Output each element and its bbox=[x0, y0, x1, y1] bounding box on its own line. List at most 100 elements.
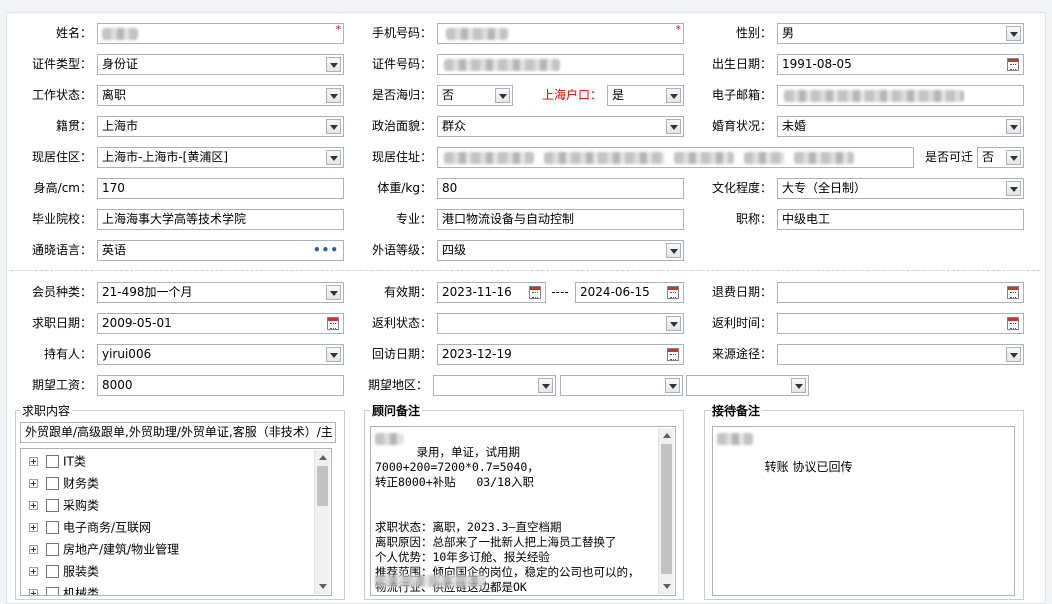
email-field[interactable] bbox=[777, 85, 1024, 106]
tree-item[interactable]: IT类 bbox=[29, 451, 86, 471]
rebate-time-field[interactable] bbox=[777, 313, 1024, 334]
chevron-down-icon[interactable] bbox=[1006, 181, 1021, 196]
chevron-down-icon[interactable] bbox=[1006, 347, 1021, 362]
notes-scrollbar[interactable] bbox=[658, 428, 674, 594]
job-date-field[interactable]: 2009-05-01 bbox=[97, 313, 344, 334]
chevron-down-icon[interactable] bbox=[666, 119, 681, 134]
height-field[interactable]: 170 bbox=[97, 178, 344, 199]
source-select[interactable] bbox=[777, 344, 1024, 365]
chevron-down-icon[interactable] bbox=[326, 119, 341, 134]
chevron-down-icon[interactable] bbox=[326, 88, 341, 103]
checkbox-icon[interactable] bbox=[46, 587, 59, 595]
hukou-select[interactable]: 是 bbox=[607, 85, 684, 106]
language-field[interactable]: 英语 ••• bbox=[97, 240, 344, 261]
birth-date-field[interactable]: 1991-08-05 bbox=[777, 54, 1024, 75]
member-type-select[interactable]: 21-498加一个月 bbox=[97, 282, 344, 303]
school-field[interactable]: 上海海事大学高等技术学院 bbox=[97, 209, 344, 230]
tree-scrollbar[interactable] bbox=[314, 450, 330, 594]
job-category-tree[interactable]: IT类 财务类 采购类 电子商务/互联网 房地产/建筑/物业管理 服装类 机械类 bbox=[20, 448, 332, 596]
chevron-down-icon[interactable] bbox=[1006, 150, 1021, 165]
advisor-notes-textarea[interactable]: 录用，单证，试用期7000+200=7200*0.7=5040， 转正8000+… bbox=[370, 426, 676, 596]
tree-item[interactable]: 房地产/建筑/物业管理 bbox=[29, 539, 179, 559]
calendar-icon[interactable] bbox=[1007, 58, 1019, 71]
gender-select[interactable]: 男 bbox=[777, 23, 1024, 44]
more-options-icon[interactable]: ••• bbox=[313, 241, 339, 260]
checkbox-icon[interactable] bbox=[46, 477, 59, 490]
checkbox-icon[interactable] bbox=[46, 455, 59, 468]
major-field[interactable]: 港口物流设备与自动控制 bbox=[437, 209, 684, 230]
returnee-select[interactable]: 否 bbox=[437, 85, 513, 106]
scroll-up-icon[interactable] bbox=[663, 433, 671, 438]
chevron-down-icon[interactable] bbox=[666, 243, 681, 258]
chevron-down-icon[interactable] bbox=[538, 378, 553, 393]
tree-item[interactable]: 财务类 bbox=[29, 473, 99, 493]
chevron-down-icon[interactable] bbox=[326, 57, 341, 72]
id-type-select[interactable]: 身份证 bbox=[97, 54, 344, 75]
calendar-icon[interactable] bbox=[327, 317, 339, 330]
education-select[interactable]: 大专（全日制） bbox=[777, 178, 1024, 199]
validity-end-field[interactable]: 2024-06-15 bbox=[575, 282, 684, 303]
phone-field[interactable]: * bbox=[437, 23, 684, 44]
chevron-down-icon[interactable] bbox=[666, 316, 681, 331]
checkbox-icon[interactable] bbox=[46, 521, 59, 534]
chevron-down-icon[interactable] bbox=[1006, 26, 1021, 41]
calendar-icon[interactable] bbox=[1007, 317, 1019, 330]
scroll-thumb[interactable] bbox=[317, 466, 328, 506]
marital-select[interactable]: 未婚 bbox=[777, 116, 1024, 137]
lang-level-select[interactable]: 四级 bbox=[437, 240, 684, 261]
reception-notes-textarea[interactable]: 转账 协议已回传 bbox=[712, 426, 1015, 596]
chevron-down-icon[interactable] bbox=[1006, 119, 1021, 134]
chevron-down-icon[interactable] bbox=[791, 378, 806, 393]
chevron-down-icon[interactable] bbox=[326, 150, 341, 165]
id-number-field[interactable] bbox=[437, 54, 684, 75]
chevron-down-icon[interactable] bbox=[666, 88, 681, 103]
holder-select[interactable]: yirui006 bbox=[97, 344, 344, 365]
chevron-down-icon[interactable] bbox=[326, 285, 341, 300]
calendar-icon[interactable] bbox=[667, 348, 679, 361]
title-field[interactable]: 中级电工 bbox=[777, 209, 1024, 230]
plus-expand-icon[interactable] bbox=[29, 589, 38, 595]
plus-expand-icon[interactable] bbox=[29, 457, 38, 466]
chevron-down-icon[interactable] bbox=[495, 88, 510, 103]
scroll-down-icon[interactable] bbox=[663, 584, 671, 589]
plus-expand-icon[interactable] bbox=[29, 523, 38, 532]
political-select[interactable]: 群众 bbox=[437, 116, 684, 137]
tree-item[interactable]: 电子商务/互联网 bbox=[29, 517, 151, 537]
marital-label: 婚育状况： bbox=[711, 119, 772, 133]
calendar-icon[interactable] bbox=[1007, 286, 1019, 299]
address-field[interactable] bbox=[437, 147, 914, 168]
region-district-select[interactable] bbox=[686, 375, 809, 396]
rebate-status-select[interactable] bbox=[437, 313, 684, 334]
calendar-icon[interactable] bbox=[667, 286, 679, 299]
chevron-down-icon[interactable] bbox=[665, 378, 680, 393]
job-date-value: 2009-05-01 bbox=[102, 316, 172, 330]
name-field[interactable]: * bbox=[97, 23, 344, 44]
plus-expand-icon[interactable] bbox=[29, 545, 38, 554]
residence-select[interactable]: 上海市-上海市-[黄浦区] bbox=[97, 147, 344, 168]
visit-date-field[interactable]: 2023-12-19 bbox=[437, 344, 684, 365]
checkbox-icon[interactable] bbox=[46, 543, 59, 556]
plus-expand-icon[interactable] bbox=[29, 567, 38, 576]
scroll-up-icon[interactable] bbox=[319, 455, 327, 460]
salary-field[interactable]: 8000 bbox=[97, 375, 344, 396]
tree-item[interactable]: 采购类 bbox=[29, 495, 99, 515]
calendar-icon[interactable] bbox=[529, 286, 541, 299]
chevron-down-icon[interactable] bbox=[326, 347, 341, 362]
job-content-summary-field[interactable]: 外贸跟单/高级跟单,外贸助理/外贸单证,客服（非技术）/主 bbox=[20, 422, 336, 443]
scroll-thumb[interactable] bbox=[661, 444, 672, 574]
scroll-down-icon[interactable] bbox=[319, 584, 327, 589]
plus-expand-icon[interactable] bbox=[29, 479, 38, 488]
tree-item[interactable]: 服装类 bbox=[29, 561, 99, 581]
weight-field[interactable]: 80 bbox=[437, 178, 684, 199]
validity-start-field[interactable]: 2023-11-16 bbox=[437, 282, 546, 303]
checkbox-icon[interactable] bbox=[46, 565, 59, 578]
work-status-select[interactable]: 离职 bbox=[97, 85, 344, 106]
plus-expand-icon[interactable] bbox=[29, 501, 38, 510]
region-city-select[interactable] bbox=[560, 375, 683, 396]
native-select[interactable]: 上海市 bbox=[97, 116, 344, 137]
region-province-select[interactable] bbox=[433, 375, 556, 396]
tree-item[interactable]: 机械类 bbox=[29, 583, 99, 595]
transferable-select[interactable]: 否 bbox=[977, 147, 1024, 168]
refund-date-field[interactable] bbox=[777, 282, 1024, 303]
checkbox-icon[interactable] bbox=[46, 499, 59, 512]
